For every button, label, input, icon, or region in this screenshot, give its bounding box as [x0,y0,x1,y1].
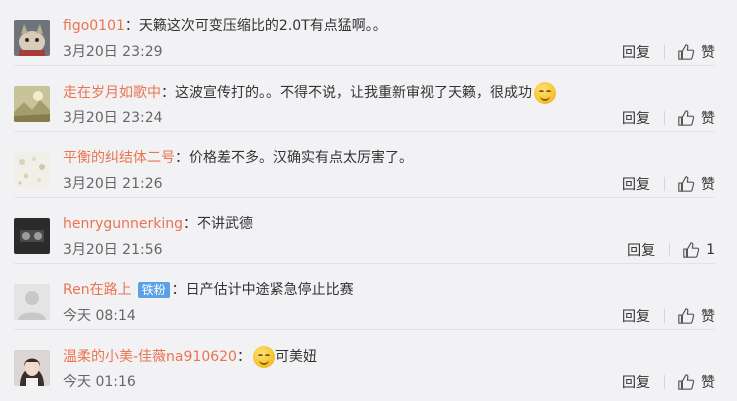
avatar[interactable] [14,218,50,254]
avatar[interactable] [14,350,50,386]
avatar[interactable] [14,284,50,320]
thumbs-up-icon [678,176,695,192]
like-label: 赞 [701,375,715,391]
like-count: 1 [706,242,715,258]
thumbs-up-icon [678,308,695,324]
avatar[interactable] [14,152,50,188]
like-label: 赞 [701,45,715,61]
comment-text: 日产估计中途紧急停止比赛 [185,282,354,298]
reply-button[interactable]: 回复 [622,174,650,194]
username-link[interactable]: 温柔的小美-佳薇na910620 [63,347,237,367]
reply-button[interactable]: 回复 [622,42,650,62]
like-button[interactable]: 1 [682,241,715,259]
action-divider [664,375,665,389]
default-avatar-icon [14,284,50,320]
comment-row: 平衡的纠结体二号：价格差不多。汉确实有点太厉害了。 3月20日 21:26 回复… [0,132,737,198]
username-link[interactable]: 走在岁月如歌中 [63,83,161,103]
thumbs-up-icon [678,110,695,126]
colon: ： [171,282,186,298]
reply-button[interactable]: 回复 [622,306,650,326]
action-divider [669,243,671,257]
shy-smile-emoji-icon [534,82,556,104]
comment-text: 这波宣传打的。。不得不说，让我重新审视了天籁，很成功 [175,85,532,101]
comment-time: 今天 08:14 [63,308,136,324]
comment-row: 走在岁月如歌中：这波宣传打的。。不得不说，让我重新审视了天籁，很成功 3月20日… [0,66,737,132]
comment-time: 3月20日 21:56 [63,242,163,258]
like-label: 赞 [701,111,715,127]
avatar-landscape-image [14,86,50,122]
comment-row: henrygunnerking：不讲武德 3月20日 21:56 回复 1 [0,198,737,264]
comment-text: 可美妞 [274,349,317,365]
action-divider [664,45,665,59]
like-label: 赞 [701,177,715,193]
comment-row: figo0101：天籁这次可变压缩比的2.0T有点猛啊。。 3月20日 23:2… [0,0,737,66]
avatar-cat-image [14,20,50,56]
avatar[interactable] [14,20,50,56]
colon: ： [183,216,198,232]
avatar-dark-image [14,218,50,254]
comment-time: 3月20日 23:24 [63,110,163,126]
comment-time: 今天 01:16 [63,374,136,390]
username-link[interactable]: 平衡的纠结体二号 [63,148,175,168]
comment-row: Ren在路上 铁粉：日产估计中途紧急停止比赛 今天 08:14 回复 赞 [0,264,737,330]
colon: ： [236,349,251,365]
like-button[interactable]: 赞 [677,108,715,128]
like-button[interactable]: 赞 [677,42,715,62]
colon: ： [175,150,189,166]
comment-text: 天籁这次可变压缩比的2.0T有点猛啊。。 [138,18,387,34]
comment-row: 温柔的小美-佳薇na910620： 可美妞 今天 01:16 回复 赞 [0,330,737,396]
username-link[interactable]: Ren在路上 [63,280,132,300]
thumbs-up-icon [678,374,695,390]
avatar[interactable] [14,86,50,122]
like-button[interactable]: 赞 [677,372,715,392]
comment-time: 3月20日 23:29 [63,44,163,60]
colon: ： [161,85,175,101]
action-divider [664,309,665,323]
comment-text: 价格差不多。汉确实有点太厉害了。 [189,150,413,166]
reply-button[interactable]: 回复 [622,372,650,392]
action-divider [664,111,665,125]
username-link[interactable]: figo0101 [63,16,125,36]
thumbs-up-icon [683,242,700,258]
like-label: 赞 [701,309,715,325]
thumbs-up-icon [678,44,695,60]
reply-button[interactable]: 回复 [627,240,655,260]
reply-button[interactable]: 回复 [622,108,650,128]
avatar-dots-image [14,152,50,188]
smile-emoji-icon [252,346,275,368]
comment-list: figo0101：天籁这次可变压缩比的2.0T有点猛啊。。 3月20日 23:2… [0,0,737,401]
like-button[interactable]: 赞 [677,174,715,194]
colon: ： [124,18,139,34]
comment-text: 不讲武德 [197,216,254,232]
comment-time: 3月20日 21:26 [63,176,163,192]
username-link[interactable]: henrygunnerking [63,214,183,234]
action-divider [664,177,665,191]
avatar-girl-image [14,350,50,386]
like-button[interactable]: 赞 [677,306,715,326]
fan-badge[interactable]: 铁粉 [137,282,170,298]
